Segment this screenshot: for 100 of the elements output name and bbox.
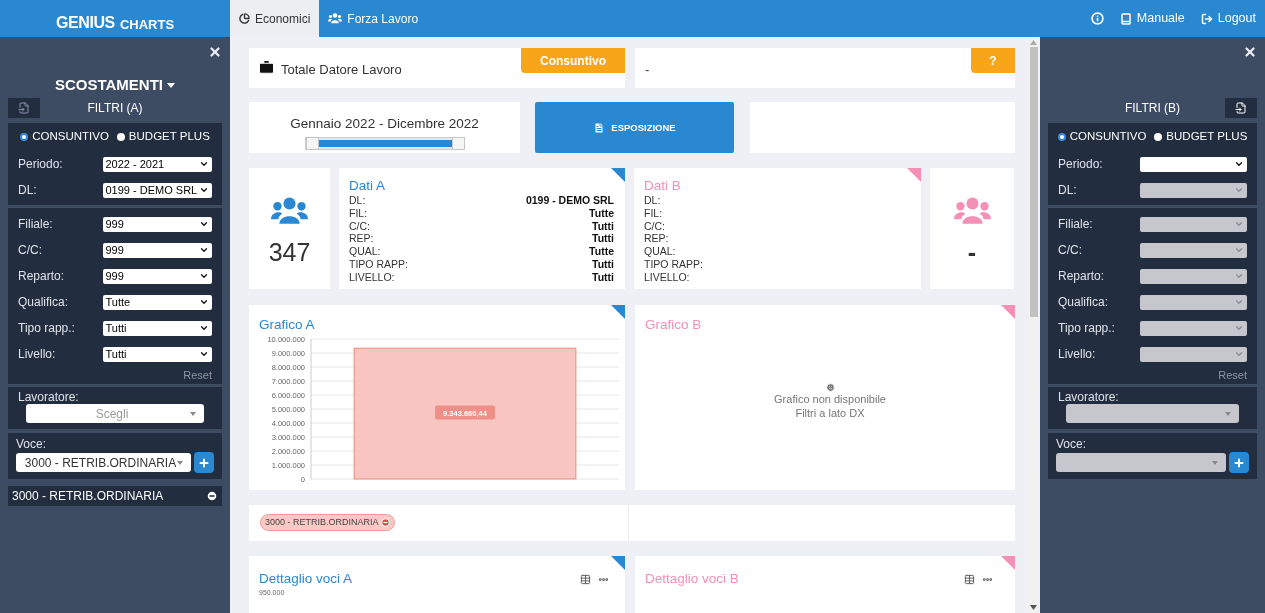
dropdown[interactable]: 999 [102, 268, 212, 284]
card-title: Dettaglio voci A [259, 569, 353, 588]
field-label: Voce: [1056, 436, 1088, 452]
table-icon[interactable] [580, 573, 591, 585]
radio-option[interactable]: CONSUNTIVO [1057, 127, 1147, 146]
dropdown[interactable]: Tutte [102, 294, 212, 310]
card-title: Dettaglio voci B [645, 569, 739, 588]
data-label: C/C: [349, 219, 370, 233]
scrollbar-thumb[interactable] [1029, 47, 1038, 317]
export-button[interactable] [8, 98, 40, 118]
chevron-down-icon [199, 185, 209, 195]
dropdown[interactable]: 2022 - 2021 [102, 156, 212, 172]
field-label: Lavoratore: [1058, 389, 1120, 404]
add-button[interactable] [1229, 452, 1249, 473]
field-label: Livello: [18, 346, 57, 363]
corner-marker [611, 168, 625, 183]
status-badge: Consuntivo [521, 48, 625, 73]
radio-option[interactable]: BUDGET PLUS [1154, 127, 1248, 146]
data-value: Tutti [592, 257, 614, 271]
chart-title: Grafico B [645, 317, 703, 334]
data-label: FIL: [349, 207, 368, 220]
combo-box[interactable]: 3000 - RETRIB.ORDINARIA [16, 453, 191, 472]
pie-chart-icon [239, 13, 250, 24]
radio-option[interactable]: CONSUNTIVO [20, 127, 109, 146]
plus-icon [198, 456, 210, 469]
tab[interactable]: Economici [230, 0, 320, 37]
logout-icon [1200, 12, 1213, 25]
chevron-down-icon [199, 219, 209, 229]
export-button[interactable]: ESPOSIZIONE [535, 101, 734, 154]
selected-item: 3000 - RETRIB.ORDINARIA [8, 486, 222, 506]
dropdown[interactable]: 999 [102, 242, 212, 258]
add-button[interactable] [194, 452, 214, 473]
dropdown[interactable]: 999 [102, 216, 212, 232]
dropdown[interactable] [1140, 156, 1247, 172]
chevron-down-icon [1234, 219, 1244, 229]
range-handle[interactable] [305, 137, 319, 151]
corner-marker [611, 555, 625, 570]
field-label: Filiale: [18, 216, 54, 233]
field-label: Tipo rapp.: [18, 320, 76, 337]
close-icon[interactable] [208, 45, 222, 59]
data-label: DL: [644, 194, 661, 208]
dropdown[interactable]: 0199 - DEMO SRL [102, 182, 212, 198]
table-icon[interactable] [964, 573, 975, 585]
field-label: Periodo: [18, 156, 64, 173]
data-label: REP: [644, 232, 669, 246]
tab[interactable]: Forza Lavoro [319, 0, 428, 37]
scrollbar[interactable] [1027, 37, 1040, 613]
card-title: Totale Datore Lavoro [281, 61, 402, 80]
range-handle[interactable] [451, 137, 465, 151]
info-button[interactable] [1090, 12, 1104, 25]
users-icon [328, 13, 343, 24]
corner-marker [907, 168, 921, 183]
scroll-down-icon[interactable] [1030, 605, 1037, 610]
data-value: Tutti [592, 270, 614, 284]
header-link[interactable]: Manuale [1119, 9, 1185, 28]
headcount-value: 347 [268, 237, 311, 269]
radio-option[interactable]: BUDGET PLUS [116, 127, 210, 146]
users-icon [953, 197, 991, 226]
filter-title: FILTRI (B) [1123, 100, 1182, 117]
chevron-down-icon [1234, 349, 1244, 359]
chevron-down-icon [199, 271, 209, 281]
data-label: QUAL: [644, 245, 676, 258]
export-button[interactable] [1225, 98, 1257, 118]
close-icon[interactable] [1243, 45, 1257, 59]
chevron-down-icon [199, 349, 209, 359]
chart-title: Grafico A [259, 317, 316, 334]
field-label: C/C: [18, 242, 43, 259]
field-label: DL: [1058, 182, 1078, 199]
field-label: Qualifica: [18, 294, 70, 311]
card-title: - [645, 61, 650, 80]
field-label: Qualifica: [1058, 294, 1110, 311]
caret-icon [190, 411, 196, 416]
plus-icon [1233, 456, 1245, 469]
data-value: Tutti [592, 219, 614, 233]
data-label: DL: [349, 194, 366, 208]
empty-message: Filtri a lato DX [795, 406, 865, 421]
data-label: LIVELLO: [644, 270, 690, 284]
chevron-down-icon [199, 297, 209, 307]
card-title: Dati B [644, 178, 682, 195]
reset-link[interactable]: Reset [1218, 367, 1247, 384]
sad-face-icon [825, 383, 835, 393]
headcount-value: - [967, 237, 977, 269]
data-label: REP: [349, 232, 374, 246]
remove-icon[interactable] [206, 490, 218, 502]
logo[interactable]: GENIUS CHARTS [0, 0, 230, 37]
data-label: C/C: [644, 219, 665, 233]
header-link[interactable]: Logout [1200, 9, 1256, 28]
chevron-down-icon [1234, 159, 1244, 169]
data-value: Tutte [589, 207, 614, 220]
chevron-down-icon [199, 159, 209, 169]
panel-title[interactable]: SCOSTAMENTI [54, 73, 164, 97]
field-label: Lavoratore: [18, 389, 80, 404]
dropdown[interactable]: Tutti [102, 320, 212, 336]
card-title: Dati A [349, 178, 387, 195]
dropdown[interactable]: Tutti [102, 346, 212, 362]
caret-icon [177, 460, 183, 465]
reset-link[interactable]: Reset [183, 367, 212, 384]
field-label: C/C: [1058, 242, 1083, 259]
file-export-icon [18, 102, 30, 114]
period-label: Gennaio 2022 - Dicembre 2022 [290, 114, 479, 133]
